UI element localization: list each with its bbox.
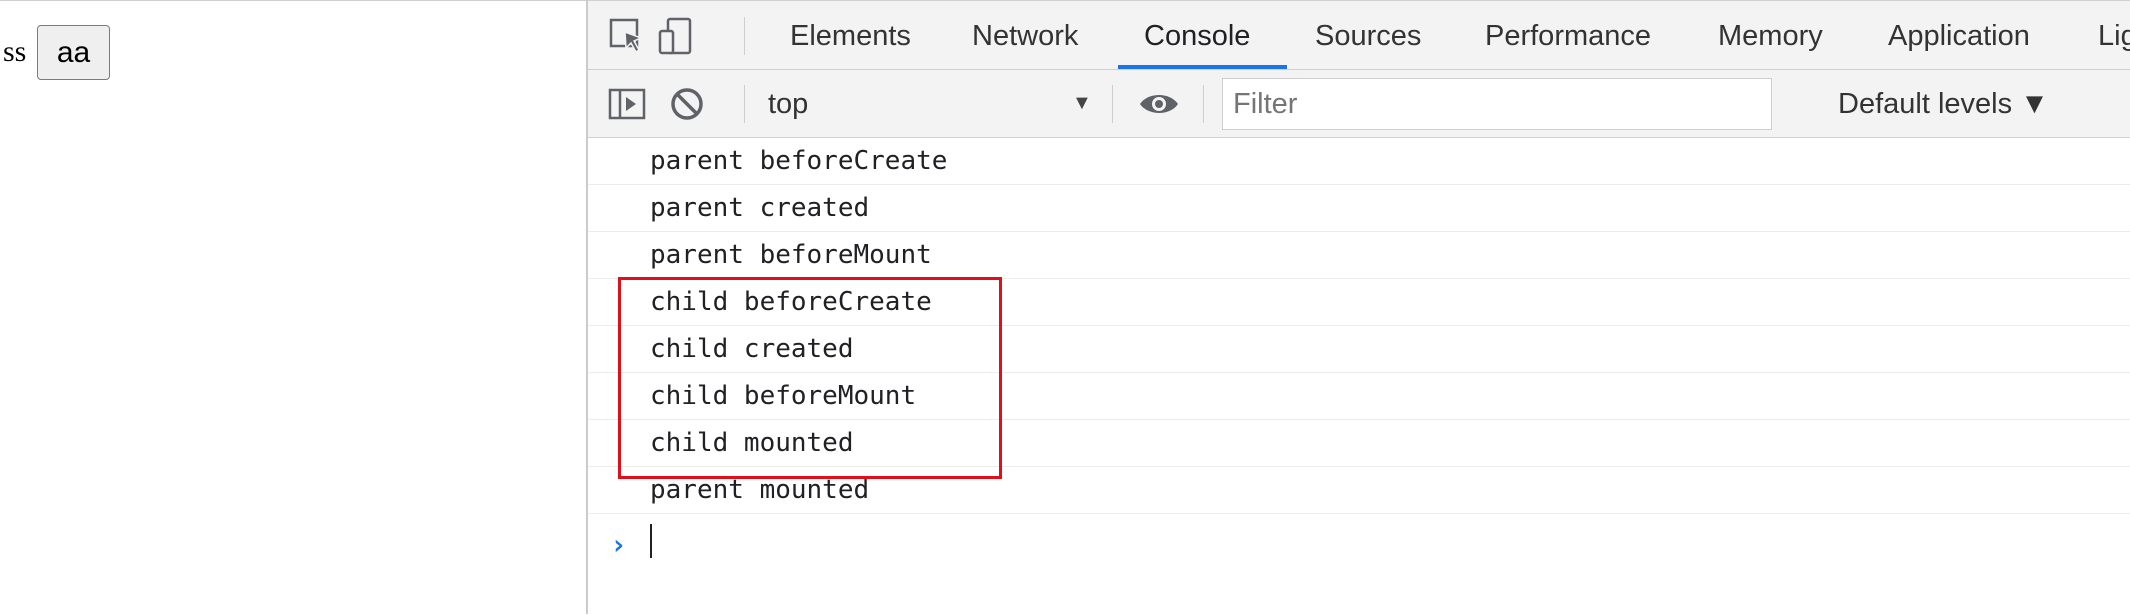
- context-selector[interactable]: top: [768, 70, 808, 138]
- tab-elements[interactable]: Elements: [790, 1, 911, 71]
- toolbar-separator: [1112, 85, 1113, 123]
- inspect-element-icon[interactable]: [608, 17, 646, 55]
- tab-sources[interactable]: Sources: [1315, 1, 1421, 71]
- eye-icon[interactable]: [1138, 85, 1178, 123]
- prompt-chevron-icon: ›: [610, 528, 627, 561]
- tab-network[interactable]: Network: [972, 1, 1078, 71]
- console-log-row: parent beforeCreate: [588, 138, 2130, 185]
- devtools-panel: Elements Network Console Sources Perform…: [588, 0, 2130, 614]
- dropdown-arrow-icon[interactable]: ▼: [1072, 92, 1092, 115]
- console-toolbar: top ▼ Default levels ▼: [588, 70, 2130, 138]
- devtools-tabbar: Elements Network Console Sources Perform…: [588, 0, 2130, 70]
- console-prompt[interactable]: ›: [588, 518, 2130, 568]
- clear-console-icon[interactable]: [668, 85, 706, 123]
- filter-input[interactable]: [1222, 78, 1772, 130]
- page-text: ss: [3, 35, 27, 68]
- console-log-row: parent created: [588, 185, 2130, 232]
- tab-console[interactable]: Console: [1144, 1, 1250, 71]
- sidebar-toggle-icon[interactable]: [608, 85, 646, 123]
- console-output: parent beforeCreate parent created paren…: [588, 138, 2130, 614]
- tab-memory[interactable]: Memory: [1718, 1, 1823, 71]
- text-caret: [650, 524, 652, 558]
- log-levels-dropdown[interactable]: Default levels ▼: [1838, 70, 2049, 138]
- aa-button[interactable]: aa: [37, 25, 110, 80]
- tab-application[interactable]: Application: [1888, 1, 2030, 71]
- tabbar-separator: [744, 17, 745, 55]
- console-log-row: parent beforeMount: [588, 232, 2130, 279]
- toolbar-separator: [744, 85, 745, 123]
- highlight-annotation-box: [618, 277, 1002, 479]
- tab-performance[interactable]: Performance: [1485, 1, 1651, 71]
- active-tab-indicator: [1118, 65, 1287, 69]
- device-toolbar-icon[interactable]: [656, 17, 694, 55]
- tab-lighthouse[interactable]: Lig: [2098, 1, 2130, 71]
- toolbar-separator: [1203, 85, 1204, 123]
- page-viewport: ss aa: [0, 0, 586, 615]
